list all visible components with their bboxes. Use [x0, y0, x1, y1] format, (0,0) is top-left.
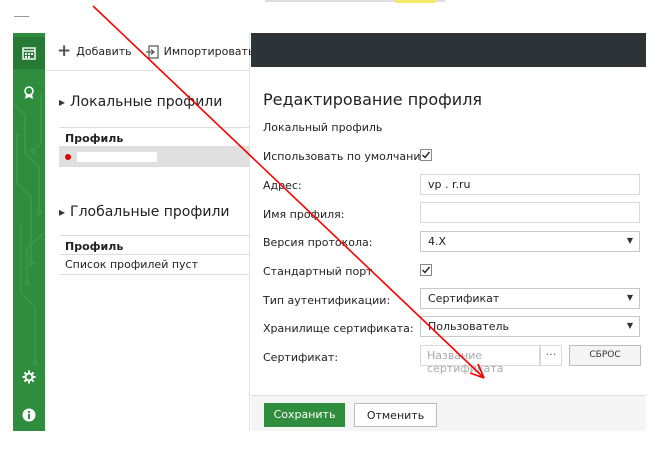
- standard-port-label: Стандартный порт: [263, 265, 373, 278]
- sidebar-item-settings[interactable]: [13, 361, 45, 393]
- profile-name-cell: [77, 152, 157, 162]
- chevron-down-icon: ▼: [626, 293, 633, 302]
- cancel-button[interactable]: Отменить: [354, 403, 437, 427]
- collapse-icon: ▸: [59, 205, 66, 219]
- panel-header-bar: [251, 33, 646, 67]
- sidebar-item-info[interactable]: [13, 399, 45, 431]
- import-icon: [145, 44, 159, 59]
- check-icon: [422, 266, 431, 274]
- gear-icon: [22, 370, 36, 384]
- use-default-label: Использовать по умолчанию: [263, 150, 430, 163]
- form-footer: Сохранить Отменить: [251, 395, 646, 431]
- add-button[interactable]: + Добавить: [57, 43, 132, 60]
- local-table-header: Профиль: [59, 127, 249, 147]
- global-table-header: Профиль: [59, 235, 249, 255]
- collapse-icon: ▸: [59, 95, 66, 109]
- import-button[interactable]: Импортировать: [145, 44, 255, 59]
- cert-browse-button[interactable]: ···: [540, 345, 562, 366]
- sidebar-item-profiles[interactable]: [13, 37, 45, 69]
- chevron-down-icon: ▼: [626, 236, 633, 245]
- sidebar-item-certificates[interactable]: [13, 77, 45, 109]
- ribbon-icon: [24, 86, 34, 99]
- reset-button[interactable]: СБРОС: [569, 345, 641, 366]
- page-title: Редактирование профиля: [263, 90, 483, 109]
- page-subtitle: Локальный профиль: [263, 121, 383, 134]
- cert-store-value: Пользователь: [428, 320, 510, 333]
- address-field[interactable]: vp . r.ru: [420, 174, 640, 195]
- local-profiles-title[interactable]: ▸ Локальные профили: [59, 94, 222, 110]
- use-default-checkbox[interactable]: [420, 149, 432, 161]
- profile-name-field[interactable]: [420, 202, 640, 223]
- standard-port-checkbox[interactable]: [420, 264, 432, 276]
- address-label: Адрес:: [263, 179, 302, 192]
- protocol-select[interactable]: 4.X ▼: [420, 231, 640, 252]
- save-button[interactable]: Сохранить: [264, 403, 345, 427]
- chevron-down-icon: ▼: [626, 321, 633, 330]
- global-profiles-label: Глобальные профили: [70, 204, 230, 220]
- cert-label: Сертификат:: [263, 351, 339, 364]
- calendar-icon: [22, 47, 36, 60]
- auth-type-label: Тип аутентификации:: [263, 294, 391, 307]
- table-row[interactable]: [59, 147, 249, 167]
- auth-type-value: Сертификат: [428, 292, 500, 305]
- cert-store-select[interactable]: Пользователь ▼: [420, 316, 640, 337]
- protocol-label: Версия протокола:: [263, 236, 373, 249]
- cert-name-input[interactable]: Название сертификата: [420, 345, 540, 375]
- profile-name-label: Имя профиля:: [263, 208, 345, 221]
- info-icon: [22, 408, 36, 422]
- profiles-toolbar: + Добавить Импортировать: [45, 33, 254, 71]
- top-bar: [0, 0, 662, 33]
- edit-profile-panel: Редактирование профиля Локальный профиль…: [251, 33, 646, 431]
- protocol-value: 4.X: [428, 235, 447, 248]
- profiles-panel: + Добавить Импортировать ▸ Локальные проф…: [45, 33, 254, 431]
- cert-store-label: Хранилище сертификата:: [263, 322, 414, 335]
- import-label: Импортировать: [163, 45, 255, 58]
- global-profiles-title[interactable]: ▸ Глобальные профили: [59, 204, 230, 220]
- plus-icon: +: [57, 41, 72, 61]
- empty-list-message: Список профилей пуст: [59, 255, 249, 275]
- check-icon: [422, 151, 431, 159]
- minimize-dash[interactable]: [14, 16, 29, 17]
- auth-type-select[interactable]: Сертификат ▼: [420, 288, 640, 309]
- status-dot: [65, 154, 71, 160]
- add-label: Добавить: [76, 45, 132, 58]
- sidebar-nav: [13, 33, 45, 431]
- local-profiles-label: Локальные профили: [70, 94, 223, 110]
- cropped-highlight: [395, 0, 435, 3]
